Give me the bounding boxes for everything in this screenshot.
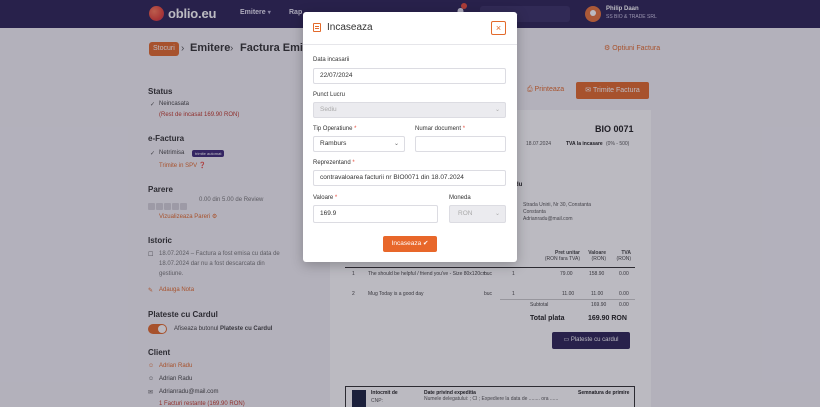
chevron-down-icon: ⌄	[494, 211, 500, 217]
nr-label: Numar document *	[415, 126, 466, 132]
chevron-down-icon: ⌄	[393, 141, 399, 147]
nr-document-field[interactable]	[415, 136, 506, 152]
moneda-label: Moneda	[449, 195, 471, 201]
tip-select[interactable]: Ramburs ⌄	[313, 136, 405, 152]
rep-label: Reprezentand *	[313, 160, 355, 166]
close-button[interactable]: ×	[491, 21, 506, 35]
date-label: Data incasarii	[313, 57, 350, 63]
tip-label: Tip Operatiune *	[313, 126, 357, 132]
check-icon: ✔	[423, 240, 429, 247]
chevron-down-icon: ⌄	[494, 107, 500, 113]
valoare-field[interactable]: 169.9	[313, 205, 438, 223]
valoare-label: Valoare *	[313, 195, 338, 201]
punct-select[interactable]: Sediu ⌄	[313, 102, 506, 118]
punct-label: Punct Lucru	[313, 92, 346, 98]
moneda-select[interactable]: RON ⌄	[449, 205, 506, 223]
incaseaza-modal: Incaseaza × Data incasarii 22/07/2024 Pu…	[303, 12, 517, 262]
incaseaza-submit-button[interactable]: Incaseaza ✔	[383, 236, 437, 252]
receipt-icon	[313, 23, 321, 32]
date-field[interactable]: 22/07/2024	[313, 68, 506, 84]
modal-title: Incaseaza	[327, 22, 373, 33]
modal-divider	[303, 44, 517, 45]
rep-field[interactable]: contravaloarea facturii nr BIO0071 din 1…	[313, 170, 506, 186]
